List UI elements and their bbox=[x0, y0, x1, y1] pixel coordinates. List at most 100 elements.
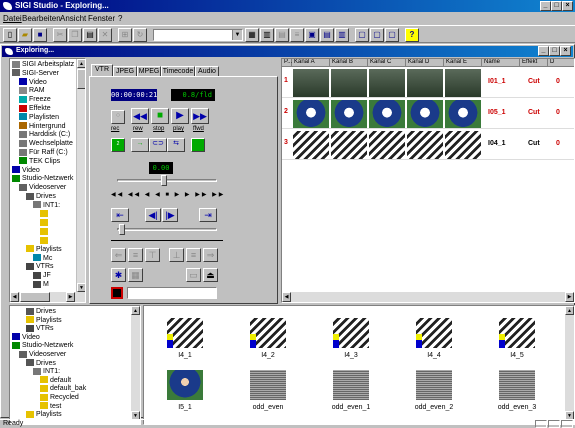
maximize-button[interactable]: □ bbox=[551, 1, 562, 11]
scroll-up-icon[interactable]: ▲ bbox=[77, 59, 85, 68]
scroll-left-icon[interactable]: ◀ bbox=[10, 292, 19, 302]
tree-item[interactable]: Hintergrund bbox=[19, 122, 66, 131]
grid-button[interactable]: ▦ bbox=[128, 268, 143, 282]
rew-button[interactable]: ◀◀ bbox=[131, 108, 149, 124]
layout-6-icon[interactable]: ▢ bbox=[385, 28, 399, 42]
clip-thumbnail[interactable]: odd_even_2 bbox=[401, 370, 471, 416]
path-combo[interactable]: ▼ bbox=[153, 29, 243, 41]
edit-button-6[interactable]: ⇒ bbox=[203, 248, 218, 262]
view-list-icon[interactable]: ▤ bbox=[275, 28, 289, 42]
grid-column-header[interactable]: Kanal B bbox=[330, 59, 368, 67]
tree-item[interactable] bbox=[40, 236, 50, 245]
clip-thumbnail[interactable]: I5_1 bbox=[152, 370, 222, 416]
shuttle-thumb[interactable] bbox=[161, 175, 167, 186]
tree-scrollbar[interactable]: ▲ ▼ bbox=[76, 59, 85, 292]
play-button[interactable]: ▶ bbox=[171, 108, 189, 124]
record-icon[interactable] bbox=[111, 287, 123, 299]
jog-button[interactable] bbox=[191, 138, 205, 152]
clip-thumbnail[interactable]: odd_even_3 bbox=[484, 370, 554, 416]
tree-item[interactable]: TEK Clips bbox=[19, 157, 60, 166]
menu-fenster[interactable]: Fenster bbox=[88, 14, 115, 23]
menu-help[interactable]: ? bbox=[118, 14, 122, 23]
bottom-tree-scrollbar[interactable]: ▲ ▼ bbox=[131, 306, 140, 420]
grid-column-header[interactable]: D bbox=[548, 59, 574, 67]
swap-button[interactable]: ⇆ bbox=[167, 138, 185, 152]
clip-thumbnail[interactable] bbox=[445, 131, 481, 159]
table-row[interactable]: 1 I01_1 Cut 0 bbox=[282, 68, 574, 98]
tree-item[interactable]: M bbox=[33, 280, 49, 289]
scroll-thumb[interactable] bbox=[77, 69, 85, 89]
tree-item[interactable]: VTRs bbox=[26, 262, 54, 271]
tree-item[interactable]: SIGI Arbeitsplatz bbox=[12, 60, 74, 69]
tree-item[interactable]: RAM bbox=[19, 86, 45, 95]
grid-hscrollbar[interactable]: ◀ ▶ bbox=[282, 292, 574, 302]
grid-column-header[interactable]: P... bbox=[282, 59, 292, 67]
tree-item[interactable]: Video bbox=[19, 78, 47, 87]
hscroll-thumb[interactable] bbox=[20, 292, 50, 302]
edit-button-3[interactable]: ⊤ bbox=[145, 248, 160, 262]
clip-thumbnail[interactable] bbox=[331, 69, 367, 97]
new-icon[interactable]: ▯ bbox=[3, 28, 17, 42]
save-icon[interactable]: ■ bbox=[33, 28, 47, 42]
grid-column-header[interactable]: Kanal E bbox=[444, 59, 482, 67]
layout-5-icon[interactable]: ▢ bbox=[370, 28, 384, 42]
tree-item[interactable]: Studio-Netzwerk bbox=[12, 174, 73, 183]
clip-thumbnail[interactable]: I4_5 bbox=[484, 318, 554, 364]
tree-item[interactable] bbox=[40, 218, 50, 227]
thumb-scroll-up-icon[interactable]: ▲ bbox=[565, 306, 574, 315]
tree-item[interactable]: Harddisk (C:) bbox=[19, 130, 70, 139]
thumb-scrollbar[interactable]: ▲ ▼ bbox=[565, 306, 574, 420]
grid-scroll-left-icon[interactable]: ◀ bbox=[282, 292, 291, 302]
menu-bearbeiten[interactable]: Bearbeiten bbox=[22, 14, 61, 23]
tree-item[interactable]: Playlists bbox=[26, 410, 62, 419]
view-large-icon[interactable]: ▦ bbox=[245, 28, 259, 42]
rec-button[interactable]: ○ bbox=[111, 110, 125, 124]
field-button[interactable]: 2 bbox=[111, 138, 125, 152]
tree-item[interactable] bbox=[40, 227, 50, 236]
clip-thumbnail[interactable] bbox=[407, 69, 443, 97]
clip-thumbnail[interactable]: odd_even_1 bbox=[318, 370, 388, 416]
copy-icon[interactable]: ❐ bbox=[68, 28, 82, 42]
tree-item[interactable]: Für Raff (C:) bbox=[19, 148, 68, 157]
grid-scroll-right-icon[interactable]: ▶ bbox=[565, 292, 574, 302]
goto-in-button[interactable]: → bbox=[131, 138, 149, 152]
clip-thumbnail[interactable]: I4_3 bbox=[318, 318, 388, 364]
menu-ansicht[interactable]: Ansicht bbox=[60, 14, 86, 23]
stop-button[interactable]: ■ bbox=[151, 108, 169, 124]
layout-3-icon[interactable]: ▥ bbox=[335, 28, 349, 42]
position-thumb[interactable] bbox=[119, 224, 125, 235]
grid-column-header[interactable]: Kanal C bbox=[368, 59, 406, 67]
layout-1-icon[interactable]: ▣ bbox=[305, 28, 319, 42]
clip-thumbnail[interactable] bbox=[369, 131, 405, 159]
edit-button-2[interactable]: ≡ bbox=[128, 248, 143, 262]
properties-icon[interactable]: ⊞ bbox=[118, 28, 132, 42]
tree-item[interactable] bbox=[40, 210, 50, 219]
mark-out-button[interactable]: ⇥ bbox=[199, 208, 217, 222]
help-icon[interactable]: ? bbox=[405, 28, 419, 42]
edit-button-4[interactable]: ⊥ bbox=[169, 248, 184, 262]
clip-thumbnail[interactable] bbox=[331, 131, 367, 159]
cut-icon[interactable]: ✂ bbox=[53, 28, 67, 42]
tree-hscrollbar[interactable]: ◀ ▶ bbox=[10, 292, 85, 302]
layout-2-icon[interactable]: ▤ bbox=[320, 28, 334, 42]
tree-item[interactable]: Wechselplatte bbox=[19, 139, 73, 148]
clip-thumbnail[interactable]: odd_even bbox=[235, 370, 305, 416]
delete-icon[interactable]: ✕ bbox=[98, 28, 112, 42]
clip-thumbnail[interactable] bbox=[445, 100, 481, 128]
tree-item[interactable]: SIGI-Server bbox=[12, 69, 59, 78]
tree-item[interactable]: Freeze bbox=[19, 95, 51, 104]
open-icon[interactable]: ▰ bbox=[18, 28, 32, 42]
clip-thumbnail[interactable] bbox=[293, 100, 329, 128]
grid-column-header[interactable]: Name bbox=[482, 59, 520, 67]
tree-item[interactable]: Videoserver bbox=[19, 183, 66, 192]
position-slider[interactable] bbox=[117, 228, 217, 231]
grid-column-header[interactable]: Kanal D bbox=[406, 59, 444, 67]
minimize-button[interactable]: _ bbox=[540, 1, 551, 11]
menu-datei[interactable]: Datei bbox=[3, 14, 22, 23]
child-close-button[interactable]: × bbox=[560, 46, 571, 56]
bottom-scroll-up-icon[interactable]: ▲ bbox=[131, 306, 140, 315]
table-row[interactable]: 3 I04_1 Cut 0 bbox=[282, 130, 574, 160]
scroll-down-icon[interactable]: ▼ bbox=[77, 283, 85, 292]
tree-item[interactable]: Playlists bbox=[26, 245, 62, 254]
clip-thumbnail[interactable] bbox=[407, 100, 443, 128]
